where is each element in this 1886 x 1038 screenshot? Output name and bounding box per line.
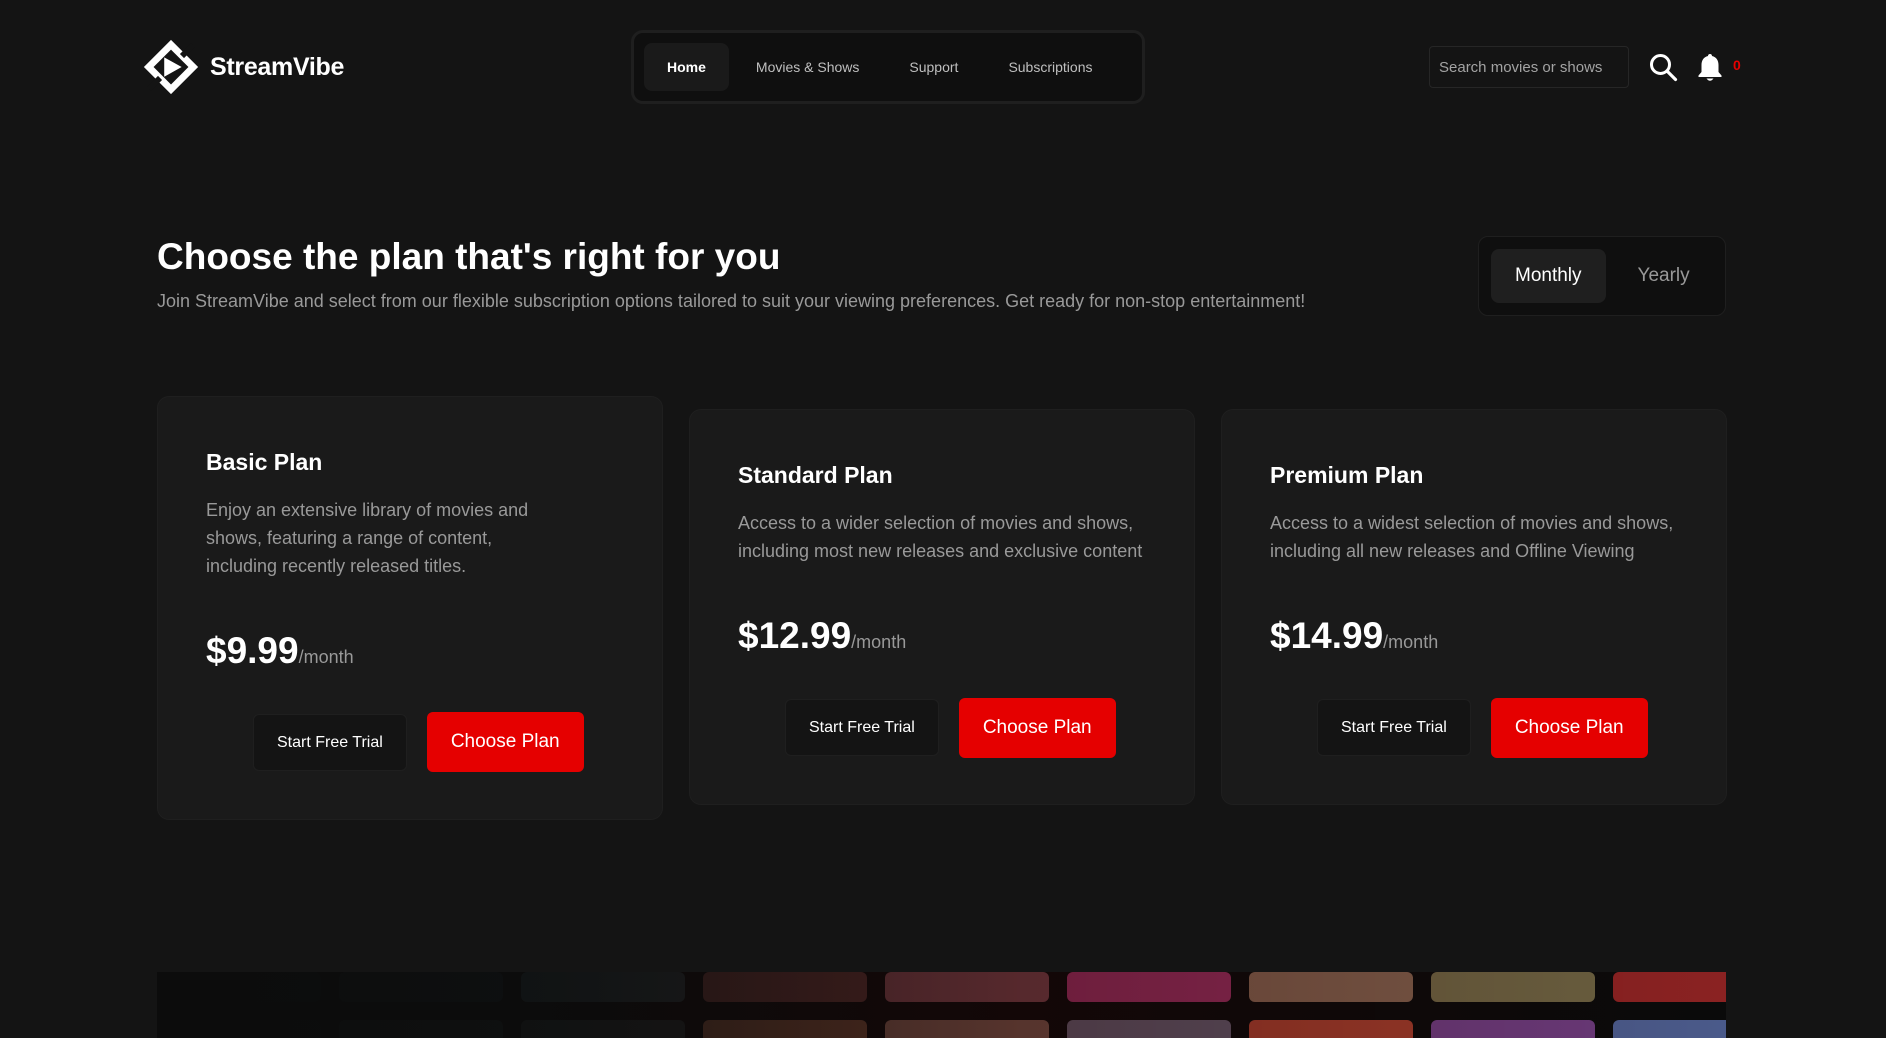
choose-plan-button[interactable]: Choose Plan	[958, 698, 1116, 758]
billing-period-toggle: Monthly Yearly	[1478, 236, 1726, 316]
plan-description: Access to a widest selection of movies a…	[1270, 513, 1674, 561]
plan-price: $12.99	[738, 615, 852, 656]
plan-actions: Start Free Trial Choose Plan	[253, 712, 584, 772]
plan-period: /month	[1383, 632, 1439, 652]
plan-title: Premium Plan	[1270, 462, 1424, 488]
poster-strip-overlay	[157, 972, 1726, 1038]
brand-logo[interactable]: StreamVibe	[140, 36, 344, 98]
plan-price: $9.99	[206, 630, 299, 671]
plan-description: Access to a wider selection of movies an…	[738, 513, 1143, 561]
notification-count: 0	[1733, 57, 1741, 73]
choose-plan-button[interactable]: Choose Plan	[1490, 698, 1648, 758]
bell-icon[interactable]	[1697, 52, 1723, 82]
main-nav: Home Movies & Shows Support Subscription…	[631, 30, 1145, 104]
start-free-trial-button[interactable]: Start Free Trial	[785, 699, 939, 756]
plan-price: $14.99	[1270, 615, 1384, 656]
plan-card-basic: Basic Plan Enjoy an extensive library of…	[157, 396, 663, 820]
choose-plan-button[interactable]: Choose Plan	[426, 712, 584, 772]
toggle-monthly[interactable]: Monthly	[1491, 249, 1606, 303]
plan-actions: Start Free Trial Choose Plan	[1317, 698, 1648, 758]
brand-name: StreamVibe	[210, 52, 345, 81]
plan-period: /month	[851, 632, 907, 652]
plan-price-row: $9.99 /month	[206, 630, 614, 672]
nav-item-support[interactable]: Support	[886, 43, 981, 91]
plan-price-row: $14.99 /month	[1270, 615, 1678, 657]
plan-actions: Start Free Trial Choose Plan	[785, 698, 1116, 758]
page-subtitle: Join StreamVibe and select from our flex…	[157, 291, 1306, 311]
plan-title: Basic Plan	[206, 449, 323, 475]
plan-price-row: $12.99 /month	[738, 615, 1146, 657]
start-free-trial-button[interactable]: Start Free Trial	[253, 714, 407, 771]
site-header: StreamVibe Home Movies & Shows Support S…	[0, 0, 1886, 140]
poster-strip	[157, 972, 1726, 1038]
plan-description: Enjoy an extensive library of movies and…	[206, 500, 529, 576]
search-icon[interactable]	[1648, 52, 1678, 82]
nav-item-movies-shows[interactable]: Movies & Shows	[733, 43, 882, 91]
page-title: Choose the plan that's right for you	[157, 236, 781, 277]
nav-item-home[interactable]: Home	[644, 43, 729, 91]
nav-item-subscriptions[interactable]: Subscriptions	[985, 43, 1115, 91]
plan-period: /month	[298, 647, 354, 667]
plan-card-standard: Standard Plan Access to a wider selectio…	[689, 409, 1195, 805]
toggle-yearly[interactable]: Yearly	[1614, 249, 1714, 303]
search-input[interactable]	[1429, 46, 1629, 88]
streamvibe-logo-icon	[143, 39, 199, 95]
plan-title: Standard Plan	[738, 462, 893, 488]
plan-card-premium: Premium Plan Access to a widest selectio…	[1221, 409, 1727, 805]
start-free-trial-button[interactable]: Start Free Trial	[1317, 699, 1471, 756]
